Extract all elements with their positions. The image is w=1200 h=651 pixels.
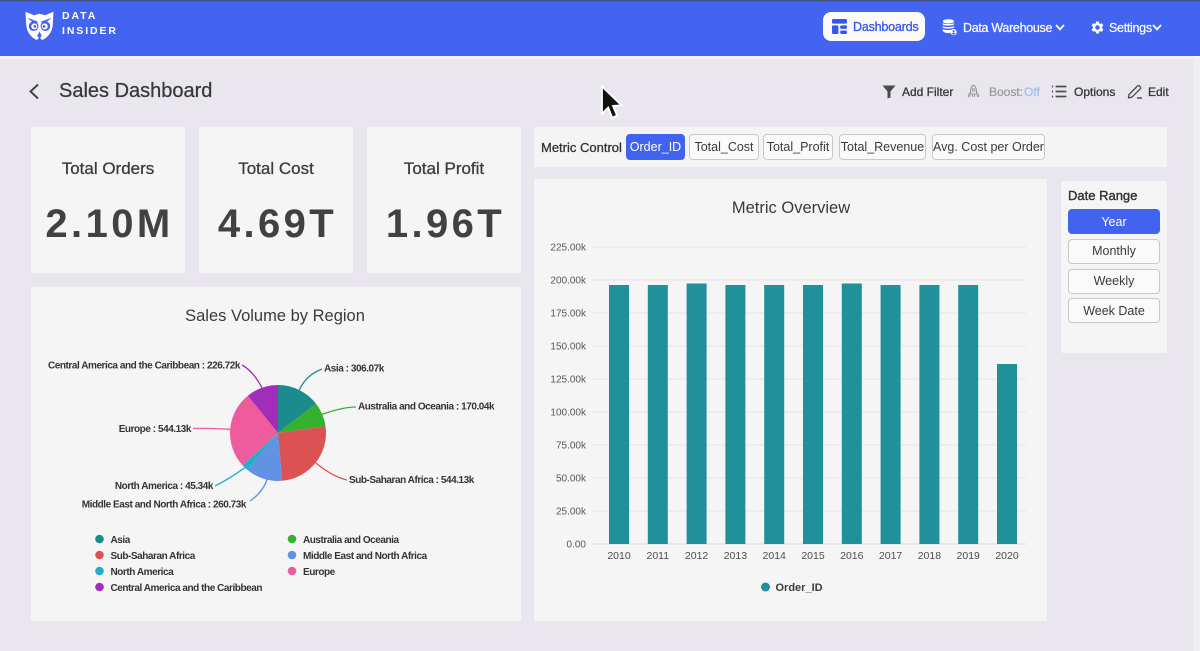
svg-text:Europe: Europe [303, 567, 336, 578]
svg-text:2020: 2020 [995, 550, 1019, 562]
svg-text:25.00k: 25.00k [556, 507, 587, 518]
svg-text:175.00k: 175.00k [550, 309, 587, 320]
svg-text:100.00k: 100.00k [550, 408, 587, 419]
svg-text:50.00k: 50.00k [556, 474, 587, 485]
svg-text:North America : 45.34k: North America : 45.34k [115, 481, 214, 492]
svg-text:Metric Overview: Metric Overview [732, 199, 850, 217]
svg-text:2016: 2016 [840, 550, 864, 562]
svg-text:Central America and the Caribb: Central America and the Caribbean [111, 583, 263, 594]
svg-text:Sub-Saharan Africa: Sub-Saharan Africa [111, 551, 196, 562]
svg-text:Middle East and North Africa :: Middle East and North Africa : 260.73k [82, 500, 247, 511]
svg-text:225.00k: 225.00k [550, 243, 587, 254]
svg-text:North America: North America [111, 567, 175, 578]
svg-text:0.00: 0.00 [567, 540, 587, 551]
svg-text:Asia : 306.07k: Asia : 306.07k [324, 364, 385, 375]
svg-text:Middle East and North Africa: Middle East and North Africa [303, 551, 428, 562]
svg-text:Central America and the Caribb: Central America and the Caribbean : 226.… [48, 361, 241, 372]
svg-text:Europe : 544.13k: Europe : 544.13k [119, 424, 192, 435]
svg-text:200.00k: 200.00k [550, 276, 587, 287]
svg-text:Sales Volume by Region: Sales Volume by Region [185, 307, 365, 325]
svg-text:Sub-Saharan Africa : 544.13k: Sub-Saharan Africa : 544.13k [349, 475, 475, 486]
svg-text:150.00k: 150.00k [550, 342, 587, 353]
svg-text:Order_ID: Order_ID [776, 582, 823, 594]
svg-text:2011: 2011 [647, 550, 670, 562]
svg-text:Asia: Asia [111, 535, 131, 546]
svg-text:125.00k: 125.00k [550, 375, 587, 386]
svg-text:2019: 2019 [957, 550, 981, 562]
svg-text:Australia and Oceania : 170.04: Australia and Oceania : 170.04k [358, 402, 495, 413]
svg-text:2017: 2017 [879, 550, 903, 562]
svg-text:75.00k: 75.00k [556, 441, 587, 452]
svg-text:Australia and Oceania: Australia and Oceania [303, 535, 399, 546]
svg-text:2010: 2010 [607, 550, 631, 562]
svg-text:2013: 2013 [724, 550, 748, 562]
svg-text:2012: 2012 [685, 550, 709, 562]
svg-text:2014: 2014 [763, 550, 787, 562]
svg-text:2015: 2015 [801, 550, 825, 562]
svg-text:2018: 2018 [918, 550, 942, 562]
